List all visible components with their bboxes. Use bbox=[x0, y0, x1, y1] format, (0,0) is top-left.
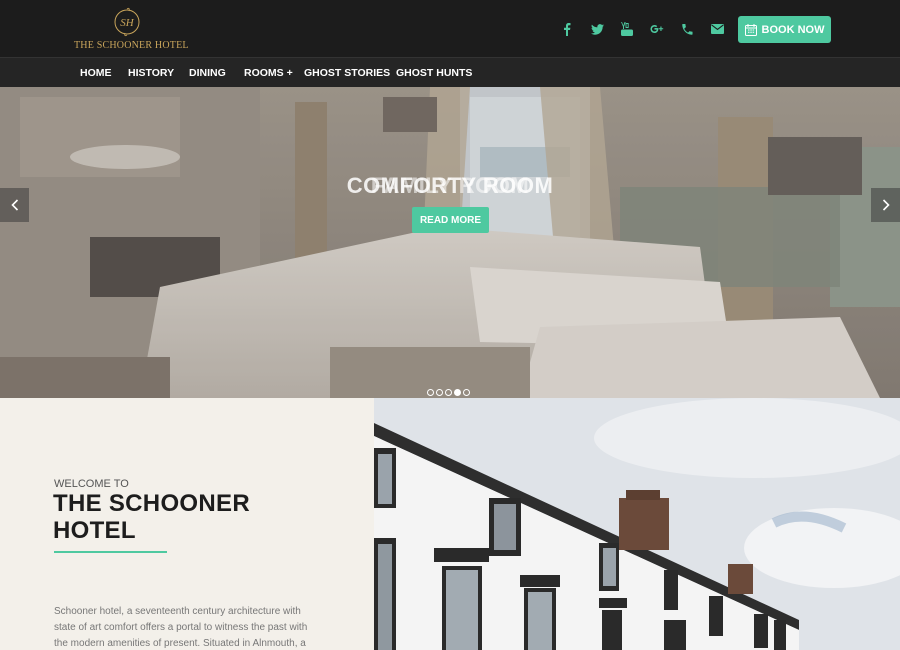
slider-dots bbox=[427, 389, 472, 397]
nav-ghost-hunts[interactable]: GHOST HUNTS bbox=[396, 67, 472, 79]
envelope-icon[interactable] bbox=[702, 18, 732, 40]
welcome-kicker: WELCOME TO bbox=[54, 478, 129, 490]
nav-dining[interactable]: DINING bbox=[189, 67, 226, 79]
monogram-icon: SH bbox=[114, 7, 140, 37]
welcome-section: WELCOME TO THE SCHOONER HOTEL Schooner h… bbox=[0, 398, 374, 650]
bedroom-photo bbox=[0, 87, 900, 398]
hotel-exterior-photo bbox=[374, 398, 900, 650]
welcome-body: Schooner hotel, a seventeenth century ar… bbox=[54, 606, 308, 649]
welcome-title-line1: THE SCHOONER bbox=[53, 490, 250, 517]
facebook-icon[interactable] bbox=[552, 18, 582, 40]
phone-icon[interactable] bbox=[672, 18, 702, 40]
welcome-title-line2: HOTEL bbox=[53, 517, 136, 544]
hero-title: FAMILY ROOM COMFORTY ROOM bbox=[0, 173, 900, 199]
google-plus-icon[interactable] bbox=[642, 18, 672, 40]
slider-prev-button[interactable] bbox=[0, 188, 29, 222]
social-links bbox=[552, 18, 732, 40]
chevron-right-icon bbox=[882, 199, 890, 211]
chevron-left-icon bbox=[10, 199, 18, 211]
slider-dot[interactable] bbox=[445, 389, 452, 396]
hero-title-ghost: FAMILY ROOM bbox=[370, 173, 530, 198]
youtube-icon[interactable] bbox=[612, 18, 642, 40]
title-underline bbox=[54, 551, 167, 553]
welcome-title: THE SCHOONER HOTEL bbox=[53, 490, 250, 544]
nav-ghost-stories[interactable]: GHOST STORIES bbox=[304, 67, 390, 79]
slider-dot[interactable] bbox=[436, 389, 443, 396]
hotel-logo[interactable]: SH THE SCHOONER HOTEL bbox=[74, 6, 189, 52]
slider-dot[interactable] bbox=[463, 389, 470, 396]
twitter-icon[interactable] bbox=[582, 18, 612, 40]
main-nav: HOME HISTORY DINING ROOMS + GHOST STORIE… bbox=[0, 57, 900, 87]
nav-home[interactable]: HOME bbox=[80, 67, 112, 79]
read-more-button[interactable]: READ MORE bbox=[412, 207, 489, 233]
calendar-icon bbox=[744, 23, 757, 36]
nav-history[interactable]: HISTORY bbox=[128, 67, 174, 79]
top-header: SH THE SCHOONER HOTEL BOOK NOW bbox=[0, 0, 900, 57]
slider-dot[interactable] bbox=[427, 389, 434, 396]
svg-text:SH: SH bbox=[120, 17, 135, 29]
book-now-button[interactable]: BOOK NOW bbox=[738, 16, 831, 43]
book-now-label: BOOK NOW bbox=[761, 23, 825, 36]
slider-dot-active[interactable] bbox=[454, 389, 461, 396]
logo-text: THE SCHOONER HOTEL bbox=[74, 40, 189, 51]
nav-rooms[interactable]: ROOMS + bbox=[244, 67, 293, 79]
slider-next-button[interactable] bbox=[871, 188, 900, 222]
hero-slider: FAMILY ROOM COMFORTY ROOM READ MORE bbox=[0, 87, 900, 398]
